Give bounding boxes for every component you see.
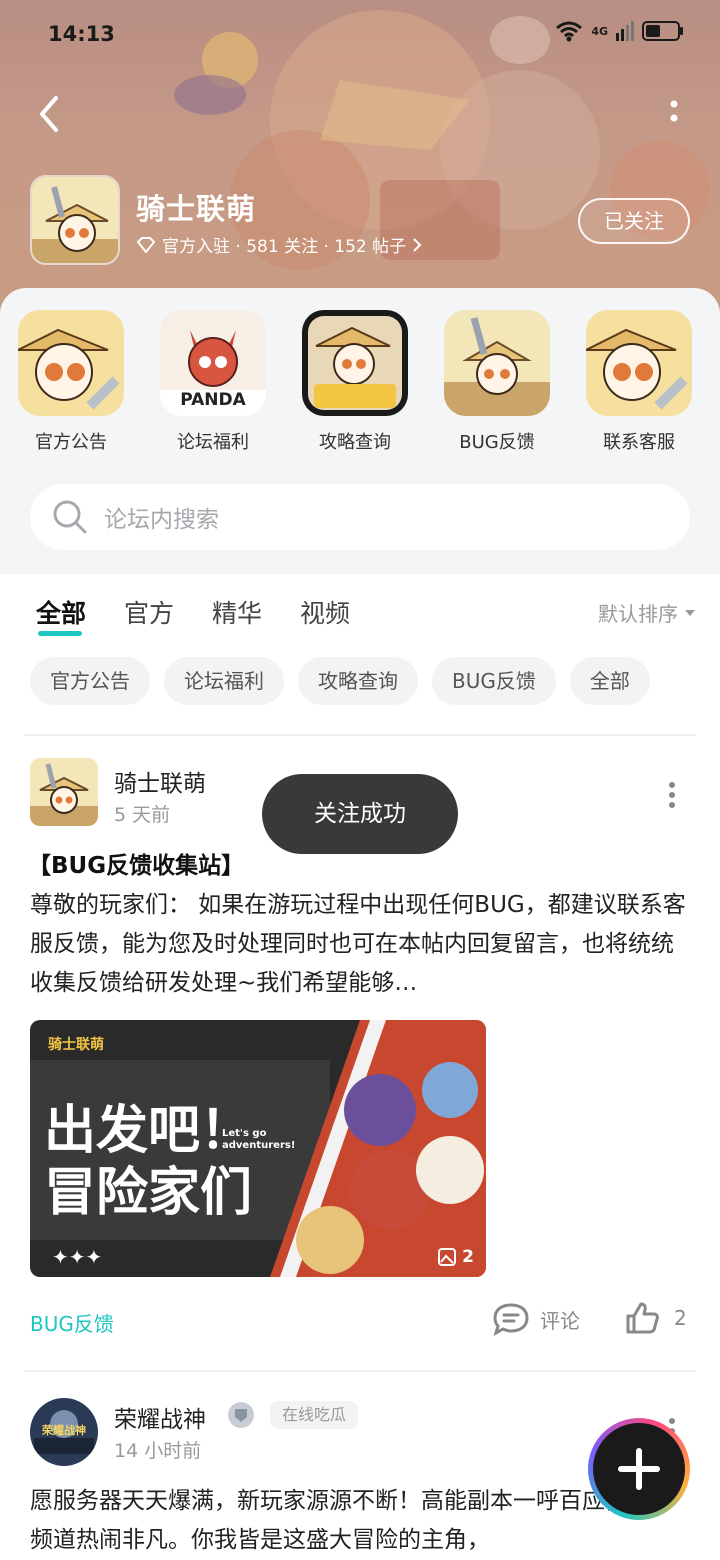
announcements-icon (18, 310, 124, 416)
post-tag[interactable]: BUG反馈 (30, 1308, 114, 1337)
post-body[interactable]: 愿服务器天天爆满，新玩家源源不断！高能副本一呼百应，世界频道热闹非凡。你我皆是这… (30, 1482, 690, 1560)
post-tabs: 全部 官方 精华 视频 (36, 594, 350, 636)
post-image-logo: 骑士联萌 (48, 1037, 104, 1053)
level-badge-icon (228, 1402, 254, 1428)
plus-icon (618, 1448, 660, 1490)
forum-stats: 官方入驻 · 581 关注 · 152 帖子 (162, 237, 407, 257)
chip-welfare[interactable]: 论坛福利 (164, 657, 284, 705)
post-time: 5 天前 (114, 804, 171, 826)
image-count: 2 (438, 1247, 474, 1267)
forum-name: 骑士联萌 (136, 192, 257, 226)
chip-bug-report[interactable]: BUG反馈 (432, 657, 556, 705)
search-icon (53, 500, 87, 534)
tab-video[interactable]: 视频 (300, 594, 350, 630)
caret-down-icon (685, 609, 695, 616)
sort-dropdown[interactable]: 默认排序 (598, 598, 696, 627)
forum-meta[interactable]: 官方入驻 · 581 关注 · 152 帖子 (136, 232, 422, 257)
status-icons: 4G (555, 20, 684, 42)
fab-inner (593, 1423, 685, 1515)
forum-avatar (30, 175, 120, 265)
wifi-icon (556, 21, 583, 42)
welfare-icon-text: PANDA (180, 390, 246, 410)
network-type: 4G (591, 24, 608, 38)
post-author-avatar[interactable]: 荣耀战神 (30, 1398, 98, 1466)
post-image[interactable]: 骑士联萌 出发吧！冒险家们 Let's go adventurers! ✦✦✦ … (30, 1020, 486, 1277)
tab-label: 全部 (36, 599, 87, 628)
quick-link-bug-report[interactable]: BUG反馈 (426, 310, 568, 454)
status-bar: 14:13 4G (0, 0, 720, 70)
tab-all[interactable]: 全部 (36, 594, 87, 636)
quick-link-label: 联系客服 (603, 432, 675, 453)
post-more-icon[interactable] (662, 780, 682, 810)
post-author-name[interactable]: 骑士联萌 (114, 764, 206, 798)
thumbs-up-icon (626, 1302, 659, 1334)
search-bar[interactable]: 论坛内搜索 (30, 484, 690, 550)
post-image-title: 出发吧！冒险家们 (44, 1101, 253, 1223)
user-title-tag: 在线吃瓜 (270, 1401, 359, 1429)
post-author-name[interactable]: 荣耀战神 (114, 1400, 206, 1434)
post-author-avatar[interactable] (30, 758, 98, 826)
toast-message: 关注成功 (262, 774, 458, 854)
quick-links-panel: 官方公告 PANDA 论坛福利 攻略查询 BUG反馈 联系客服 论坛内搜索 (0, 288, 720, 574)
quick-link-announcements[interactable]: 官方公告 (0, 310, 142, 454)
divider (24, 734, 696, 736)
chevron-right-icon (413, 237, 422, 252)
comment-button[interactable]: 评论 (492, 1302, 580, 1336)
comment-icon (493, 1303, 529, 1336)
like-button[interactable]: 2 (624, 1300, 687, 1336)
avatar-text: 荣耀战神 (42, 1424, 86, 1437)
quick-link-label: 官方公告 (35, 432, 107, 453)
quick-link-label: 攻略查询 (319, 432, 391, 453)
quick-link-customer-service[interactable]: 联系客服 (568, 310, 710, 454)
quick-link-label: BUG反馈 (459, 432, 535, 453)
diamond-verified-icon (136, 236, 156, 253)
like-count: 2 (674, 1306, 687, 1330)
chip-all[interactable]: 全部 (569, 657, 650, 705)
comment-label: 评论 (540, 1308, 580, 1333)
quick-links: 官方公告 PANDA 论坛福利 攻略查询 BUG反馈 联系客服 (0, 310, 720, 454)
quick-link-guide[interactable]: 攻略查询 (284, 310, 426, 454)
status-time: 14:13 (48, 22, 115, 46)
quick-link-label: 论坛福利 (177, 432, 249, 453)
post-body[interactable]: 尊敬的玩家们： 如果在游玩过程中出现任何BUG，都建议联系客服反馈，能为您及时处… (30, 886, 690, 1003)
more-options-icon[interactable] (664, 96, 684, 132)
chip-guide[interactable]: 攻略查询 (298, 657, 418, 705)
quick-link-welfare[interactable]: PANDA 论坛福利 (142, 310, 284, 454)
signal-icon (616, 21, 634, 41)
bug-report-icon (444, 310, 550, 416)
chip-announcements[interactable]: 官方公告 (30, 657, 150, 705)
image-count-value: 2 (462, 1247, 474, 1267)
sparkle-icon: ✦✦✦ (52, 1245, 103, 1269)
tab-active-indicator (38, 631, 82, 636)
search-input[interactable]: 论坛内搜索 (104, 500, 219, 534)
create-post-button[interactable] (588, 1418, 690, 1520)
guide-icon (302, 310, 408, 416)
image-gallery-icon (438, 1248, 457, 1266)
sort-label: 默认排序 (598, 602, 678, 626)
customer-service-icon (586, 310, 692, 416)
category-chips: 官方公告 论坛福利 攻略查询 BUG反馈 全部 (30, 657, 650, 705)
post-image-subtitle: Let's go adventurers! (222, 1128, 296, 1151)
follow-button[interactable]: 已关注 (578, 198, 690, 244)
post-title[interactable]: 【BUG反馈收集站】 (28, 846, 244, 880)
battery-icon (642, 21, 683, 41)
tab-featured[interactable]: 精华 (212, 594, 262, 630)
welfare-icon: PANDA (160, 310, 266, 416)
tab-official[interactable]: 官方 (124, 594, 174, 630)
back-icon[interactable] (30, 92, 70, 136)
post-time: 14 小时前 (114, 1440, 202, 1462)
divider (24, 1370, 696, 1372)
